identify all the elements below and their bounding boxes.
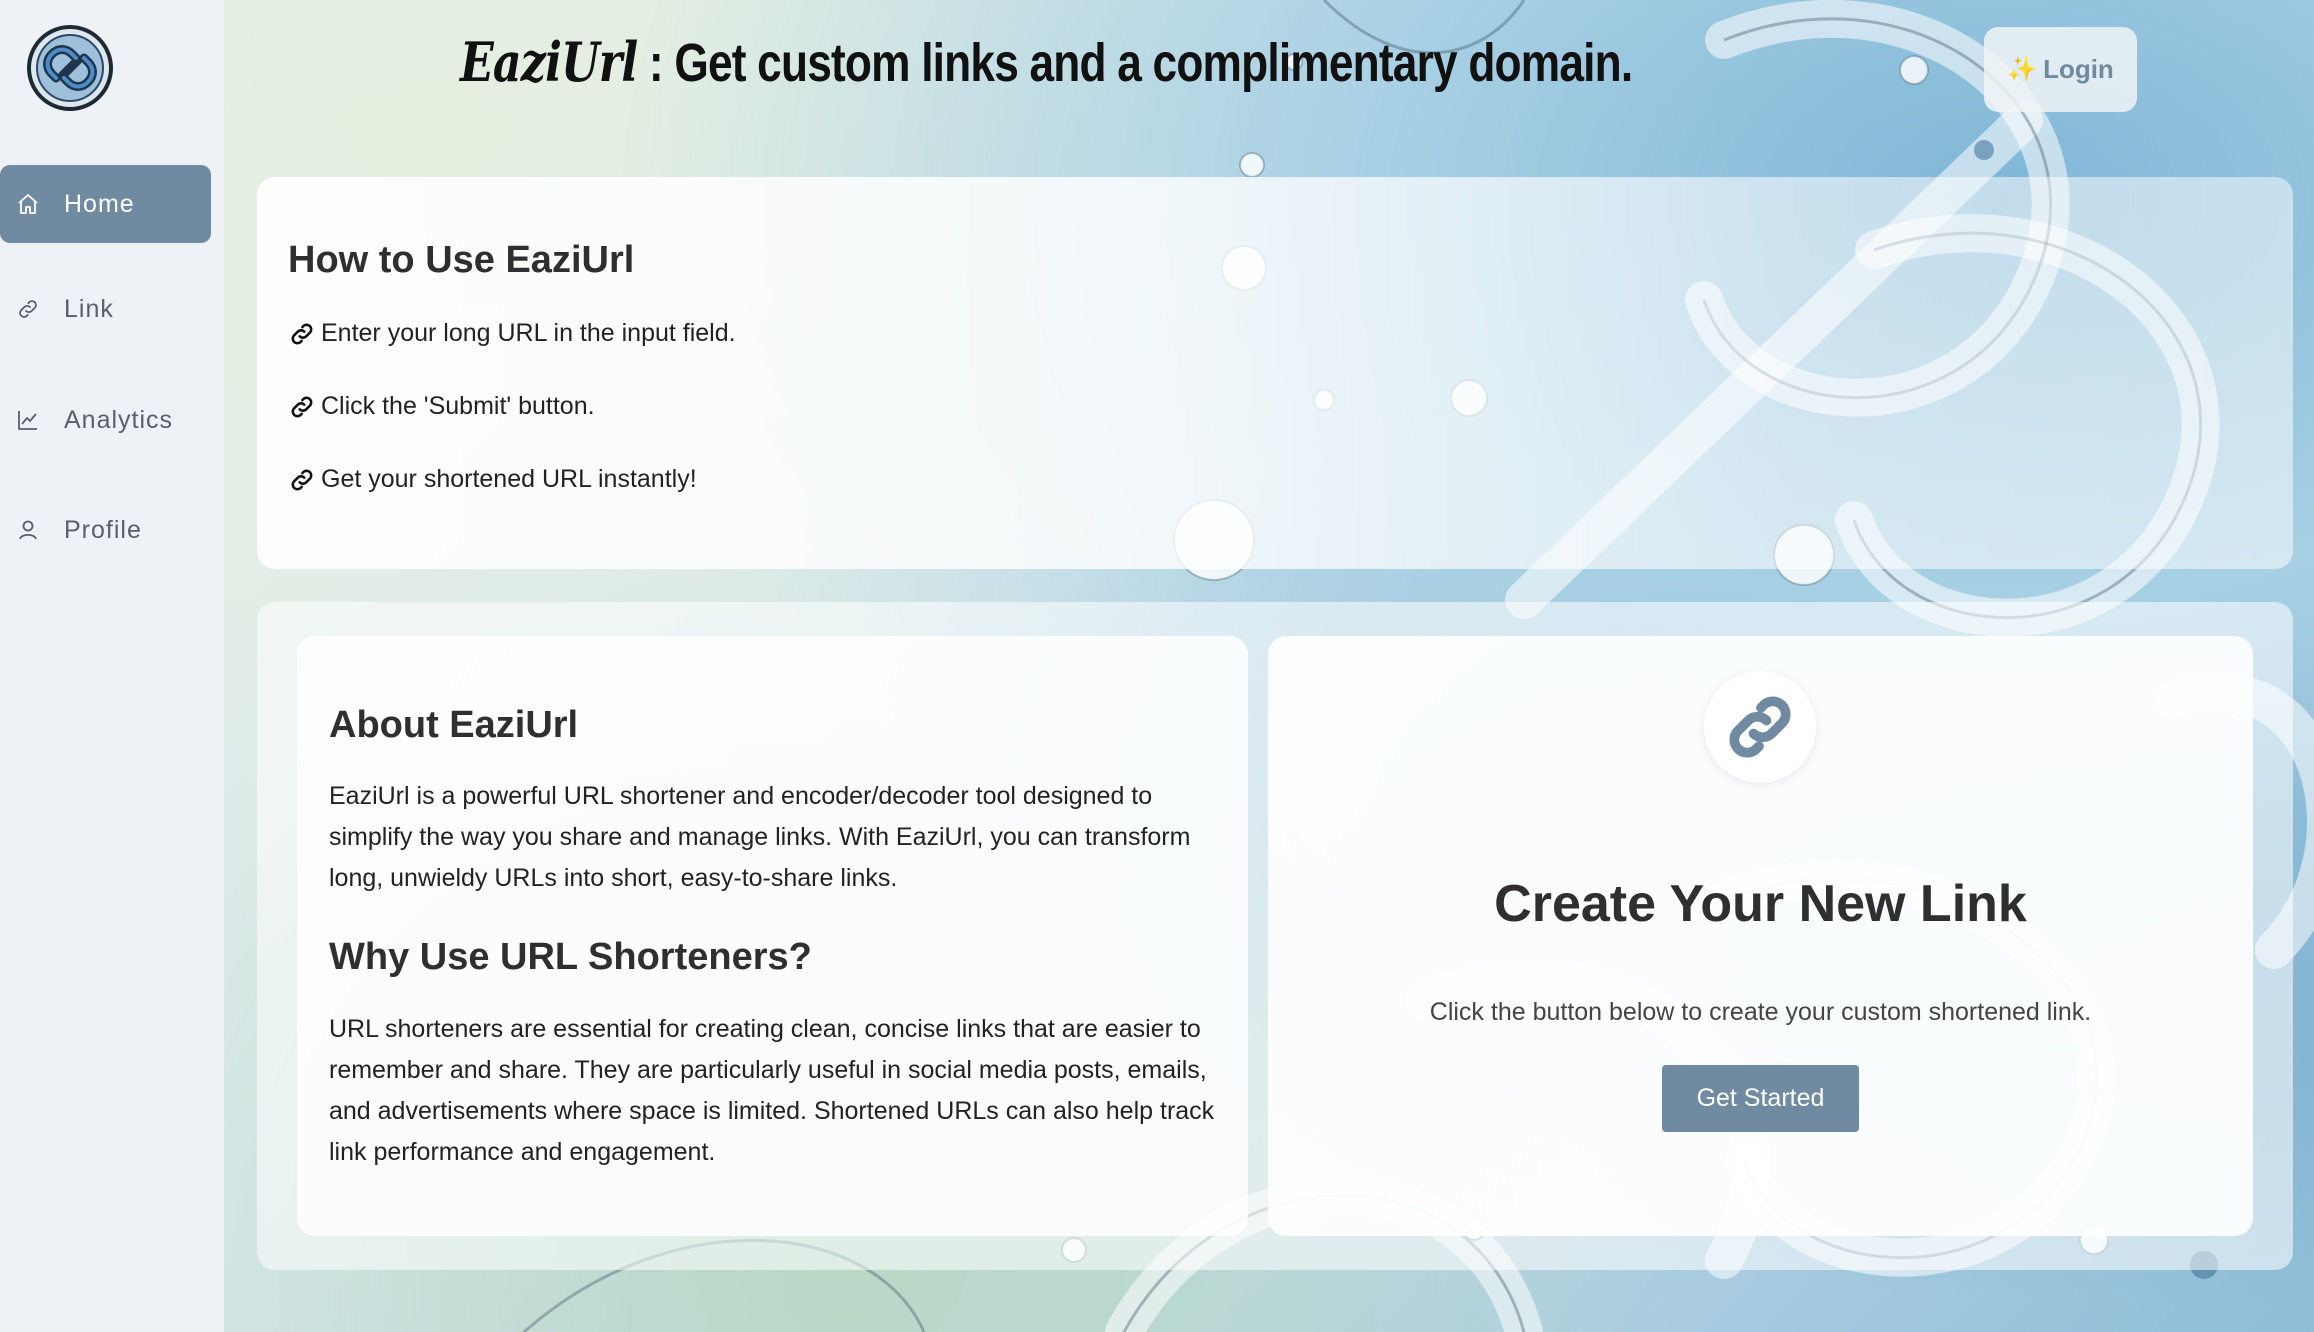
- sidebar-item-home[interactable]: Home: [0, 165, 211, 243]
- create-title: Create Your New Link: [1494, 875, 2027, 933]
- why-title: Why Use URL Shorteners?: [329, 936, 812, 978]
- brand-name: EaziUrl: [460, 30, 638, 94]
- sidebar-item-label: Analytics: [64, 405, 174, 434]
- page: Home Link Analytics Profile EaziUrl: Ge…: [0, 0, 2314, 1332]
- link-icon: [291, 469, 313, 490]
- link-icon: [14, 295, 42, 323]
- about-card: About EaziUrl EaziUrl is a powerful URL …: [297, 636, 1248, 1236]
- app-logo[interactable]: [26, 24, 114, 112]
- how-to-title: How to Use EaziUrl: [288, 239, 635, 281]
- link-icon: [1729, 696, 1791, 758]
- login-button[interactable]: ✨ Login: [1984, 27, 2137, 112]
- page-title: EaziUrl : Get custom links and a complim…: [460, 30, 1633, 94]
- link-badge: [1704, 671, 1816, 783]
- link-icon: [291, 323, 313, 344]
- sidebar: Home Link Analytics Profile: [0, 0, 224, 1332]
- sidebar-item-link[interactable]: Link: [0, 270, 211, 348]
- step-text: Enter your long URL in the input field.: [321, 319, 736, 347]
- home-icon: [14, 190, 42, 218]
- link-icon: [291, 396, 313, 417]
- list-item: Enter your long URL in the input field.: [288, 319, 736, 348]
- create-subtitle: Click the button below to create your cu…: [1429, 998, 2092, 1026]
- logo-link-icon: [27, 25, 113, 111]
- login-label: Login: [2043, 54, 2114, 84]
- sidebar-item-label: Home: [64, 189, 135, 218]
- chart-line-icon: [14, 406, 42, 434]
- about-text: EaziUrl is a powerful URL shortener and …: [329, 782, 1191, 892]
- sidebar-item-label: Profile: [64, 515, 142, 544]
- sidebar-item-label: Link: [64, 294, 114, 323]
- user-icon: [14, 516, 42, 544]
- step-text: Get your shortened URL instantly!: [321, 465, 697, 493]
- get-started-button[interactable]: Get Started: [1662, 1065, 1859, 1132]
- how-to-card: How to Use EaziUrl Enter your long URL i…: [257, 177, 2293, 569]
- why-text: URL shorteners are essential for creatin…: [329, 1015, 1215, 1166]
- headline: : Get custom links and a complimentary d…: [637, 33, 1633, 93]
- sidebar-item-analytics[interactable]: Analytics: [0, 381, 211, 459]
- about-title: About EaziUrl: [329, 704, 579, 746]
- create-link-card: Create Your New Link Click the button be…: [1268, 636, 2253, 1236]
- sparkle-icon: ✨: [2007, 56, 2038, 83]
- step-text: Click the 'Submit' button.: [321, 392, 595, 420]
- sidebar-item-profile[interactable]: Profile: [0, 491, 211, 569]
- list-item: Click the 'Submit' button.: [288, 392, 595, 421]
- list-item: Get your shortened URL instantly!: [288, 465, 697, 494]
